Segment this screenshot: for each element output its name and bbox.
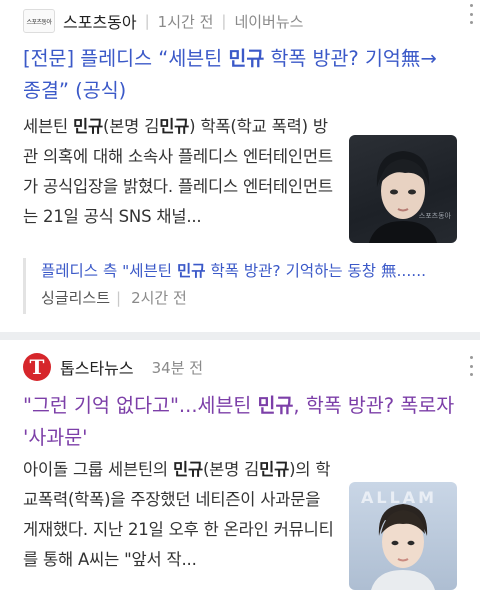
separator: |	[144, 12, 150, 30]
source-row: 스포츠동아 스포츠동아 | 1시간 전 | 네이버뉴스	[23, 8, 463, 34]
source-row: T 톱스타뉴스 34분 전	[23, 353, 463, 381]
separator: |	[116, 289, 122, 307]
article-time: 34분 전	[151, 358, 204, 377]
more-options-icon[interactable]	[464, 354, 478, 378]
article-thumbnail-2[interactable]: ALLAM	[349, 482, 457, 590]
related-time: 2시간 전	[131, 289, 187, 307]
naver-news-link[interactable]: 네이버뉴스	[234, 11, 303, 32]
separator: |	[221, 12, 227, 30]
article-summary[interactable]: 세븐틴 민규(본명 김민규) 학폭(학교 폭력) 방관 의혹에 대해 소속사 플…	[23, 112, 338, 232]
related-article[interactable]: 플레디스 측 "세븐틴 민규 학폭 방관? 기억하는 동창 無...... 싱글…	[23, 258, 463, 314]
source-logo[interactable]: T	[23, 353, 51, 381]
related-article-title[interactable]: 플레디스 측 "세븐틴 민규 학폭 방관? 기억하는 동창 無......	[41, 258, 463, 284]
section-divider	[0, 332, 480, 340]
source-name[interactable]: 톱스타뉴스	[60, 355, 134, 379]
more-options-icon[interactable]	[464, 2, 478, 26]
headline-link[interactable]: [전문] 플레디스 “세븐틴 민규 학폭 방관? 기억無→종결” (공식)	[23, 43, 463, 107]
article-thumbnail[interactable]: 스포츠동아	[349, 135, 457, 243]
source-name[interactable]: 스포츠동아	[63, 9, 137, 33]
headline-link[interactable]: "그런 기억 없다고"...세븐틴 민규, 학폭 방관? 폭로자 '사과문'	[23, 390, 463, 454]
article-time: 1시간 전	[157, 12, 214, 31]
source-logo[interactable]: 스포츠동아	[23, 9, 55, 33]
news-card-1[interactable]: 스포츠동아 스포츠동아 | 1시간 전 | 네이버뉴스 [전문] 플레디스 “세…	[0, 0, 480, 332]
thumbnail-watermark: 스포츠동아	[418, 212, 451, 220]
related-article-meta: 싱글리스트 | 2시간 전	[41, 284, 463, 312]
portrait-image	[369, 151, 437, 243]
related-source[interactable]: 싱글리스트	[41, 289, 110, 307]
portrait-image	[371, 504, 435, 590]
article-summary-2[interactable]: 아이돌 그룹 세븐틴의 민규(본명 김민규)의 학교폭력(학폭)을 주장했던 네…	[23, 455, 338, 575]
